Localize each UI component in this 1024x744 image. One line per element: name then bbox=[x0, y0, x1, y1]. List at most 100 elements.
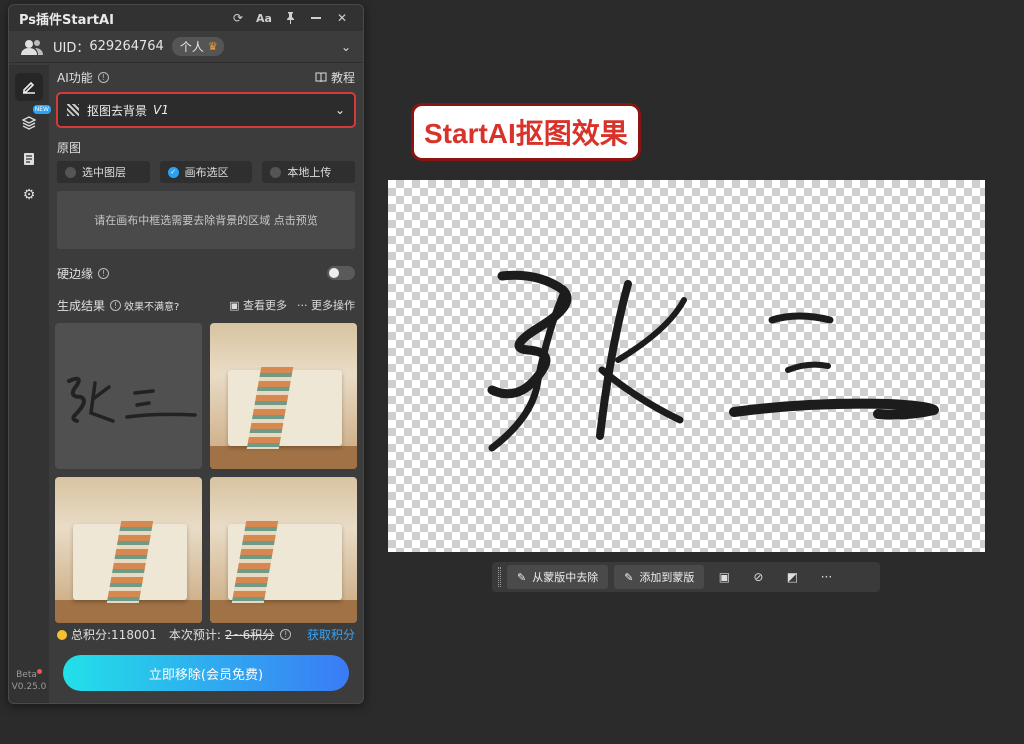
chevron-down-icon[interactable]: ⌄ bbox=[341, 40, 351, 54]
refresh-icon[interactable]: ⟳ bbox=[225, 7, 251, 29]
floor-shape bbox=[55, 599, 202, 623]
selection-preview-area[interactable]: 请在画布中框选需要去除背景的区域 点击预览 bbox=[57, 191, 355, 249]
users-icon bbox=[21, 39, 43, 55]
document-icon bbox=[24, 153, 34, 165]
remove-from-mask-button[interactable]: ✎ 从蒙版中去除 bbox=[507, 565, 609, 589]
points-row: 总积分:118001 本次预计: 2~6积分 ! 获取积分 bbox=[57, 626, 355, 643]
add-to-mask-label: 添加到蒙版 bbox=[639, 571, 695, 584]
info-icon[interactable]: ! bbox=[280, 629, 292, 640]
signature-image bbox=[67, 376, 197, 423]
more-actions-label: 更多操作 bbox=[311, 299, 355, 312]
get-points-link[interactable]: 获取积分 bbox=[307, 626, 355, 643]
function-version: V1 bbox=[153, 103, 169, 117]
estimate-label: 本次预计: bbox=[168, 628, 221, 642]
info-icon[interactable]: ! bbox=[98, 267, 110, 279]
brush-plus-icon: ✎ bbox=[624, 570, 634, 584]
result-thumbnail-photo[interactable] bbox=[210, 477, 357, 623]
coin-icon bbox=[57, 629, 67, 640]
font-size-icon[interactable]: Aa bbox=[251, 7, 277, 29]
pin-icon[interactable] bbox=[277, 7, 303, 29]
more-actions-link[interactable]: ··· 更多操作 bbox=[297, 297, 355, 313]
chevron-down-icon: ⌄ bbox=[334, 103, 345, 117]
source-option-selected-layer[interactable]: 选中图层 bbox=[57, 161, 150, 183]
sidebar-item-document[interactable] bbox=[15, 145, 43, 173]
hard-edge-toggle[interactable] bbox=[327, 266, 355, 280]
beta-label: Beta bbox=[16, 670, 37, 680]
source-option-canvas-selection[interactable]: ✓ 画布选区 bbox=[159, 161, 253, 183]
ai-function-header: AI功能 ! 教程 bbox=[57, 65, 355, 89]
source-option-label: 画布选区 bbox=[184, 166, 229, 179]
check-icon: ✓ bbox=[167, 166, 179, 178]
total-points: 总积分:118001 bbox=[71, 628, 157, 642]
account-type-badge: 个人 ♛ bbox=[171, 37, 224, 56]
mask-toolbar: ✎ 从蒙版中去除 ✎ 添加到蒙版 ▣ ⊘ ◩ ··· bbox=[492, 562, 880, 592]
canvas-preview[interactable]: 张三 bbox=[388, 180, 985, 552]
layers-icon bbox=[22, 116, 36, 130]
new-badge: NEW bbox=[32, 105, 51, 114]
source-option-label: 本地上传 bbox=[287, 166, 332, 179]
effect-title: StartAI抠图效果 bbox=[414, 106, 638, 158]
mask-disable-icon[interactable]: ⊘ bbox=[744, 565, 772, 589]
tutorial-link[interactable]: 教程 bbox=[315, 69, 355, 86]
hard-edge-label: 硬边缘 bbox=[57, 266, 94, 281]
floor-shape bbox=[210, 445, 357, 469]
source-label: 原图 bbox=[57, 140, 82, 155]
crown-icon: ♛ bbox=[207, 40, 218, 53]
sidebar-item-settings[interactable]: ⚙ bbox=[15, 181, 43, 209]
info-icon[interactable]: ! bbox=[97, 71, 109, 83]
function-selected: 抠图去背景 bbox=[87, 103, 148, 118]
result-thumbnail-photo[interactable] bbox=[210, 323, 357, 469]
ai-function-select[interactable]: 抠图去背景 V1 ⌄ bbox=[56, 92, 356, 128]
uid-value: 629264764 bbox=[89, 39, 164, 54]
brush-minus-icon: ✎ bbox=[517, 570, 527, 584]
mask-apply-icon[interactable]: ▣ bbox=[710, 565, 738, 589]
remove-now-button[interactable]: 立即移除(会员免费) bbox=[63, 655, 349, 691]
results-actions: ▣ 查看更多 ··· 更多操作 bbox=[229, 297, 355, 313]
sidebar: NEW ⚙ Beta V0.25.0 bbox=[9, 65, 51, 703]
beta-dot bbox=[36, 669, 42, 674]
mask-invert-icon[interactable]: ◩ bbox=[778, 565, 806, 589]
version-info: Beta V0.25.0 bbox=[9, 669, 49, 693]
function-icon bbox=[67, 104, 79, 116]
book-icon bbox=[315, 72, 327, 82]
estimate-value: 2~6积分 bbox=[224, 628, 275, 642]
hard-edge-row: 硬边缘 ! bbox=[57, 261, 355, 285]
info-icon[interactable]: ! bbox=[110, 299, 122, 311]
source-option-label: 选中图层 bbox=[82, 166, 126, 179]
gear-icon: ⚙ bbox=[22, 187, 36, 203]
result-thumbnail-signature[interactable] bbox=[55, 323, 202, 469]
minimize-icon[interactable] bbox=[303, 7, 329, 29]
ai-function-label: AI功能 bbox=[57, 70, 93, 85]
dissatisfied-link[interactable]: 效果不满意? bbox=[124, 298, 179, 313]
tutorial-label: 教程 bbox=[330, 70, 355, 85]
sidebar-item-layers[interactable]: NEW bbox=[15, 105, 51, 137]
main-content: AI功能 ! 教程 抠图去背景 V1 ⌄ 原图 选中图层 ✓ 画布选区 本地上传… bbox=[55, 65, 357, 703]
uid-label: UID： bbox=[53, 41, 90, 56]
source-options: 选中图层 ✓ 画布选区 本地上传 bbox=[57, 161, 356, 183]
close-icon[interactable]: ✕ bbox=[329, 7, 355, 29]
drag-handle[interactable] bbox=[498, 567, 501, 587]
source-header: 原图 bbox=[57, 135, 355, 159]
add-to-mask-button[interactable]: ✎ 添加到蒙版 bbox=[614, 565, 705, 589]
plugin-panel: Ps插件StartAI ⟳ Aa ✕ UID： 629264764 个人 ♛ ⌄… bbox=[8, 4, 364, 704]
view-more-link[interactable]: ▣ 查看更多 bbox=[229, 297, 287, 313]
more-options-icon[interactable]: ··· bbox=[812, 565, 840, 589]
results-header: 生成结果 ! 效果不满意? ▣ 查看更多 ··· 更多操作 bbox=[57, 293, 355, 317]
window-title: Ps插件StartAI bbox=[19, 12, 114, 28]
account-type-label: 个人 bbox=[179, 40, 204, 54]
results-grid bbox=[55, 323, 357, 623]
user-bar[interactable]: UID： 629264764 个人 ♛ ⌄ bbox=[9, 31, 363, 63]
remove-from-mask-label: 从蒙版中去除 bbox=[532, 571, 599, 584]
view-more-label: 查看更多 bbox=[243, 299, 287, 312]
floor-shape bbox=[210, 599, 357, 623]
source-option-local-upload[interactable]: 本地上传 bbox=[262, 161, 356, 183]
results-label: 生成结果 bbox=[57, 298, 106, 313]
version-label: V0.25.0 bbox=[11, 682, 47, 692]
title-bar: Ps插件StartAI ⟳ Aa ✕ bbox=[9, 5, 363, 31]
signature-cutout-image: 张三 bbox=[487, 270, 939, 452]
sidebar-item-edit[interactable] bbox=[15, 73, 43, 101]
result-thumbnail-photo[interactable] bbox=[55, 477, 202, 623]
selection-hint: 请在画布中框选需要去除背景的区域 点击预览 bbox=[94, 214, 318, 227]
radio-icon bbox=[270, 166, 282, 178]
radio-icon bbox=[65, 166, 76, 178]
